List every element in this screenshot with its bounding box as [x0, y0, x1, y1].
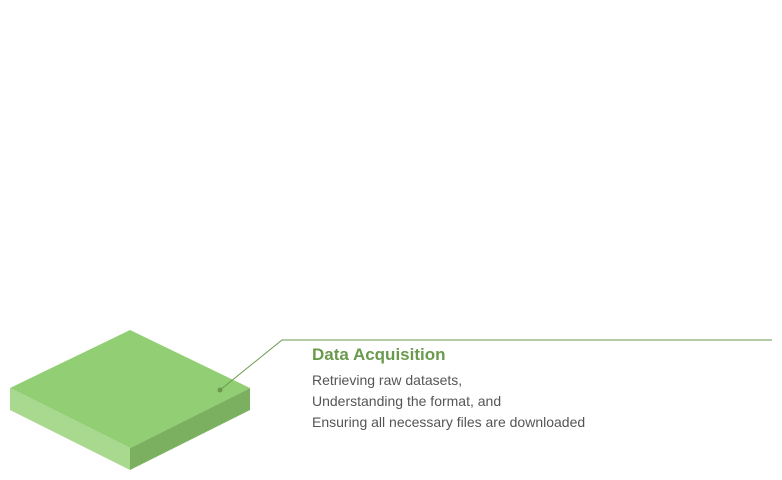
step-description-line: Ensuring all necessary files are downloa…: [312, 414, 586, 430]
step-title: Data Acquisition: [312, 345, 446, 364]
block-top-face: [10, 330, 250, 448]
isometric-block: [10, 330, 250, 470]
step-description-line: Understanding the format, and: [312, 393, 502, 409]
leader-anchor-dot: [217, 387, 223, 393]
step-description: Retrieving raw datasets, Understanding t…: [312, 370, 752, 433]
step-description-line: Retrieving raw datasets,: [312, 372, 463, 388]
step-text-block: Data Acquisition Retrieving raw datasets…: [312, 344, 752, 433]
